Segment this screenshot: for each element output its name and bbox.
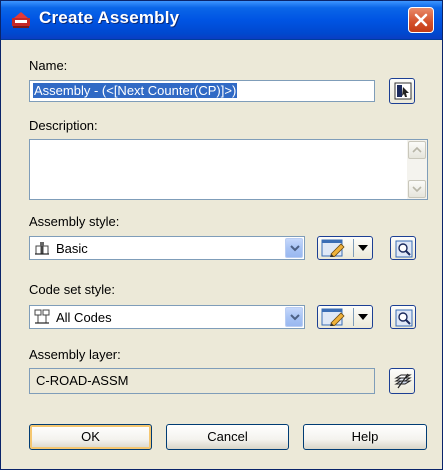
- name-label: Name:: [29, 58, 68, 73]
- layers-icon: [394, 373, 412, 389]
- description-textarea[interactable]: [29, 139, 428, 200]
- assembly-layer-button[interactable]: [389, 368, 415, 394]
- assembly-style-preview-button[interactable]: [390, 236, 416, 260]
- assembly-layer-value: C-ROAD-ASSM: [36, 373, 129, 388]
- chevron-up-icon: [412, 146, 422, 153]
- code-set-icon: [34, 309, 50, 324]
- assembly-style-dropdown-arrow[interactable]: [285, 238, 303, 258]
- create-assembly-dialog: Create Assembly Name: Assembly - (<[Next…: [0, 0, 443, 470]
- name-input[interactable]: Assembly - (<[Next Counter(CP)]>): [29, 80, 375, 102]
- assembly-style-icon: [35, 242, 49, 255]
- title-bar[interactable]: Create Assembly: [1, 1, 442, 40]
- edit-style-icon: [321, 239, 345, 257]
- code-set-style-value: All Codes: [56, 310, 112, 325]
- name-template-button[interactable]: [389, 78, 415, 104]
- caret-down-icon: [358, 314, 368, 320]
- close-icon: [414, 13, 428, 27]
- magnify-preview-icon: [395, 240, 413, 258]
- magnify-preview-icon: [395, 309, 413, 327]
- description-label: Description:: [29, 118, 98, 133]
- assembly-layer-field: C-ROAD-ASSM: [29, 368, 375, 394]
- code-set-style-edit-button[interactable]: [317, 305, 373, 329]
- chevron-down-icon: [290, 314, 300, 321]
- assembly-app-icon: [12, 12, 30, 28]
- chevron-down-icon: [290, 245, 300, 252]
- help-button[interactable]: Help: [303, 424, 427, 450]
- name-template-icon: [394, 82, 412, 100]
- code-set-style-dropdown[interactable]: All Codes: [29, 305, 305, 329]
- dialog-title: Create Assembly: [39, 8, 180, 27]
- assembly-style-dropdown[interactable]: Basic: [29, 236, 305, 260]
- code-set-style-dropdown-arrow[interactable]: [285, 307, 303, 327]
- code-set-style-preview-button[interactable]: [390, 305, 416, 329]
- assembly-style-label: Assembly style:: [29, 214, 120, 229]
- split-divider: [353, 308, 354, 326]
- scroll-down-button[interactable]: [408, 180, 426, 198]
- ok-button[interactable]: OK: [29, 424, 152, 450]
- close-button[interactable]: [408, 7, 434, 33]
- chevron-down-icon: [412, 186, 422, 193]
- assembly-style-value: Basic: [56, 241, 88, 256]
- caret-down-icon: [358, 245, 368, 251]
- cancel-button[interactable]: Cancel: [166, 424, 289, 450]
- name-value: Assembly - (<[Next Counter(CP)]>): [33, 83, 238, 98]
- edit-style-icon: [321, 308, 345, 326]
- description-scrollbar[interactable]: [407, 140, 427, 199]
- scroll-up-button[interactable]: [408, 141, 426, 159]
- assembly-layer-label: Assembly layer:: [29, 347, 121, 362]
- assembly-style-edit-button[interactable]: [317, 236, 373, 260]
- split-divider: [353, 239, 354, 257]
- code-set-style-label: Code set style:: [29, 282, 115, 297]
